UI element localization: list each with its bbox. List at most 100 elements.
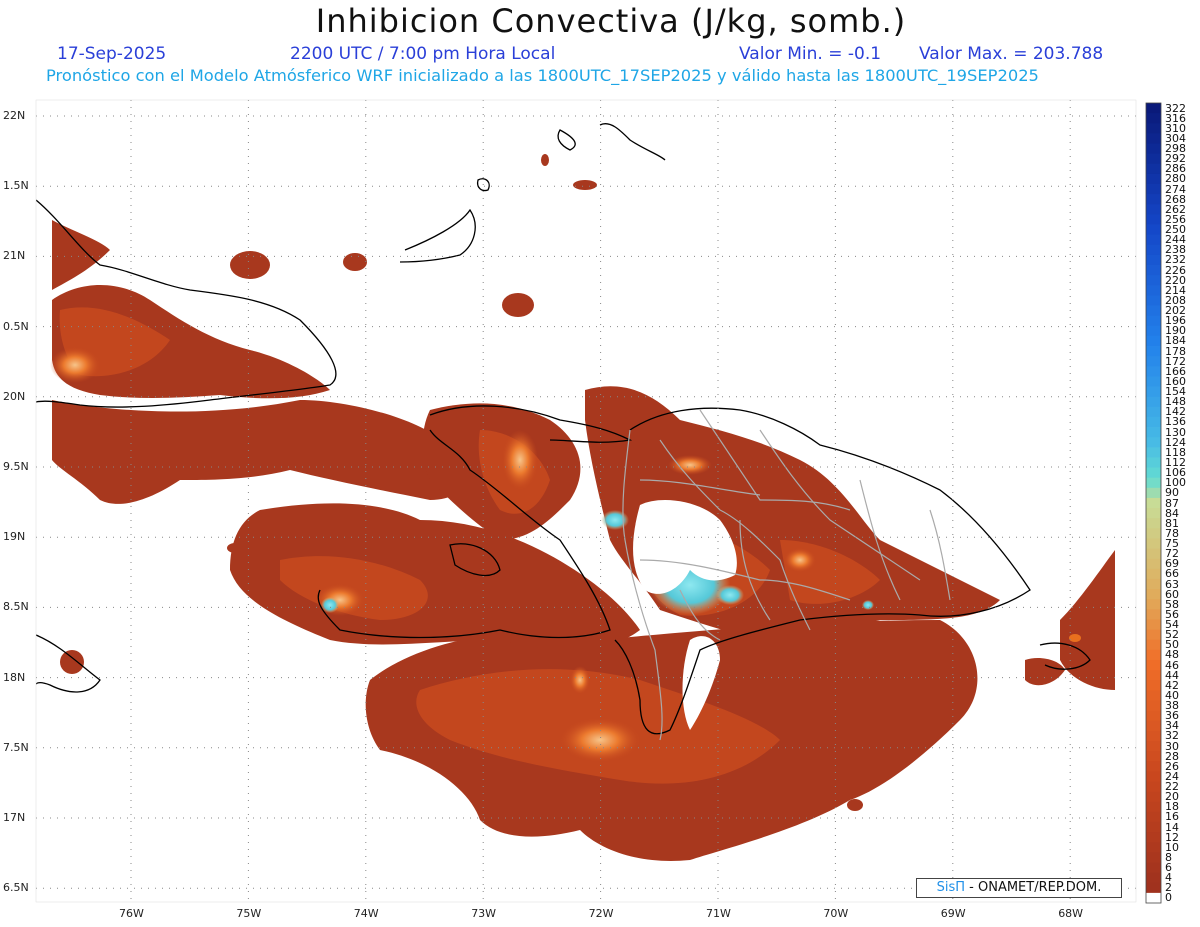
colorbar-swatch <box>1146 690 1161 701</box>
date-label: 17-Sep-2025 <box>57 44 167 64</box>
colorbar-swatch <box>1146 842 1161 853</box>
lat-tick-label: 22N <box>3 109 26 122</box>
colorbar-swatch <box>1146 852 1161 863</box>
colorbar-swatch <box>1146 751 1161 762</box>
colorbar <box>1145 102 1162 904</box>
colorbar-swatch <box>1146 619 1161 630</box>
colorbar-swatch <box>1146 568 1161 580</box>
lat-tick-label: 19N <box>3 530 26 544</box>
lat-tick-label: 6.5N <box>3 881 29 895</box>
colorbar-swatch <box>1146 700 1161 711</box>
colorbar-swatch <box>1146 224 1161 236</box>
lat-tick-label: 20N <box>3 389 26 403</box>
colorbar-swatch <box>1146 487 1161 499</box>
colorbar-swatch <box>1146 730 1161 742</box>
colorbar-swatch <box>1146 791 1161 803</box>
colorbar-swatch <box>1146 477 1161 489</box>
colorbar-swatch <box>1146 599 1161 610</box>
colorbar-swatch <box>1146 194 1161 205</box>
colorbar-swatch <box>1146 254 1161 266</box>
colorbar-swatch <box>1146 386 1161 398</box>
lon-tick-label: 73W <box>471 907 497 920</box>
colorbar-swatch <box>1146 710 1161 722</box>
lon-tick-label: 75W <box>236 907 262 920</box>
lon-tick-label: 68W <box>1058 907 1084 920</box>
colorbar-swatch <box>1146 467 1161 479</box>
max-value-label: Valor Max. = 203.788 <box>919 44 1104 64</box>
colorbar-swatch <box>1146 234 1161 246</box>
colorbar-swatch <box>1146 447 1161 458</box>
colorbar-swatch <box>1146 589 1161 600</box>
model-info-label: Pronóstico con el Modelo Atmósferico WRF… <box>46 66 1039 85</box>
colorbar-swatch <box>1146 528 1161 539</box>
colorbar-swatch <box>1146 761 1161 772</box>
colorbar-swatch <box>1146 892 1161 904</box>
colorbar-swatch <box>1146 113 1161 124</box>
lat-tick-label: 21N <box>3 249 26 263</box>
colorbar-swatch <box>1146 821 1161 833</box>
colorbar-swatch <box>1146 396 1161 408</box>
forecast-map <box>35 99 1162 904</box>
colorbar-swatch <box>1146 832 1161 843</box>
colorbar-swatch <box>1146 427 1161 438</box>
colorbar-swatch <box>1146 811 1161 823</box>
colorbar-swatch <box>1146 285 1161 296</box>
min-value-label: Valor Min. = -0.1 <box>739 44 882 64</box>
colorbar-swatch <box>1146 558 1161 570</box>
time-label: 2200 UTC / 7:00 pm Hora Local <box>290 44 556 64</box>
colorbar-swatch <box>1146 720 1161 732</box>
lat-tick-label: 17N <box>3 811 26 824</box>
colorbar-swatch <box>1146 346 1161 357</box>
colorbar-swatch <box>1146 173 1161 185</box>
lon-tick-label: 69W <box>940 907 966 920</box>
colorbar-swatch <box>1146 163 1161 175</box>
colorbar-swatch <box>1146 406 1161 418</box>
colorbar-swatch <box>1146 103 1161 114</box>
colorbar-swatch <box>1146 771 1161 782</box>
colorbar-swatch <box>1146 356 1161 367</box>
lon-tick-label: 72W <box>588 907 614 920</box>
colorbar-swatch <box>1146 153 1161 165</box>
colorbar-swatch <box>1146 184 1161 195</box>
colorbar-swatch <box>1146 670 1161 681</box>
colorbar-swatch <box>1146 609 1161 620</box>
colorbar-swatch <box>1146 649 1161 661</box>
lat-tick-label: 1.5N <box>3 179 29 193</box>
colorbar-swatch <box>1146 244 1161 256</box>
lat-tick-label: 0.5N <box>3 319 29 333</box>
colorbar-swatch <box>1146 457 1161 468</box>
colorbar-swatch <box>1146 538 1161 549</box>
colorbar-swatch <box>1146 862 1161 874</box>
colorbar-swatch <box>1146 508 1161 519</box>
brand-logo-text: SisΠ <box>936 880 966 895</box>
colorbar-swatch <box>1146 548 1161 560</box>
map-title: Inhibicion Convectiva (J/kg, somb.) <box>315 2 907 40</box>
colorbar-swatch <box>1146 497 1161 509</box>
colorbar-swatch <box>1146 265 1161 276</box>
colorbar-swatch <box>1146 123 1161 134</box>
colorbar-swatch <box>1146 295 1161 306</box>
credit-text: - ONAMET/REP.DOM. <box>965 880 1102 895</box>
colorbar-label: 0 <box>1165 891 1172 905</box>
colorbar-swatch <box>1146 416 1161 428</box>
colorbar-swatch <box>1146 639 1161 651</box>
colorbar-swatch <box>1146 872 1161 884</box>
colorbar-swatch <box>1146 204 1161 215</box>
colorbar-swatch <box>1146 143 1161 155</box>
lat-tick-label: 9.5N <box>3 460 29 473</box>
colorbar-swatch <box>1146 740 1161 752</box>
colorbar-swatch <box>1146 366 1161 377</box>
lon-tick-label: 70W <box>823 907 849 920</box>
colorbar-swatch <box>1146 781 1161 793</box>
colorbar-swatch <box>1146 325 1161 337</box>
credit-badge: SisΠ - ONAMET/REP.DOM. <box>916 878 1122 898</box>
colorbar-swatch <box>1146 335 1161 347</box>
colorbar-swatch <box>1146 133 1161 144</box>
colorbar-swatch <box>1146 376 1161 387</box>
colorbar-swatch <box>1146 801 1161 813</box>
colorbar-swatch <box>1146 437 1161 448</box>
colorbar-swatch <box>1146 578 1161 590</box>
lat-tick-label: 8.5N <box>3 600 29 614</box>
colorbar-swatch <box>1146 882 1161 894</box>
colorbar-swatch <box>1146 275 1161 286</box>
